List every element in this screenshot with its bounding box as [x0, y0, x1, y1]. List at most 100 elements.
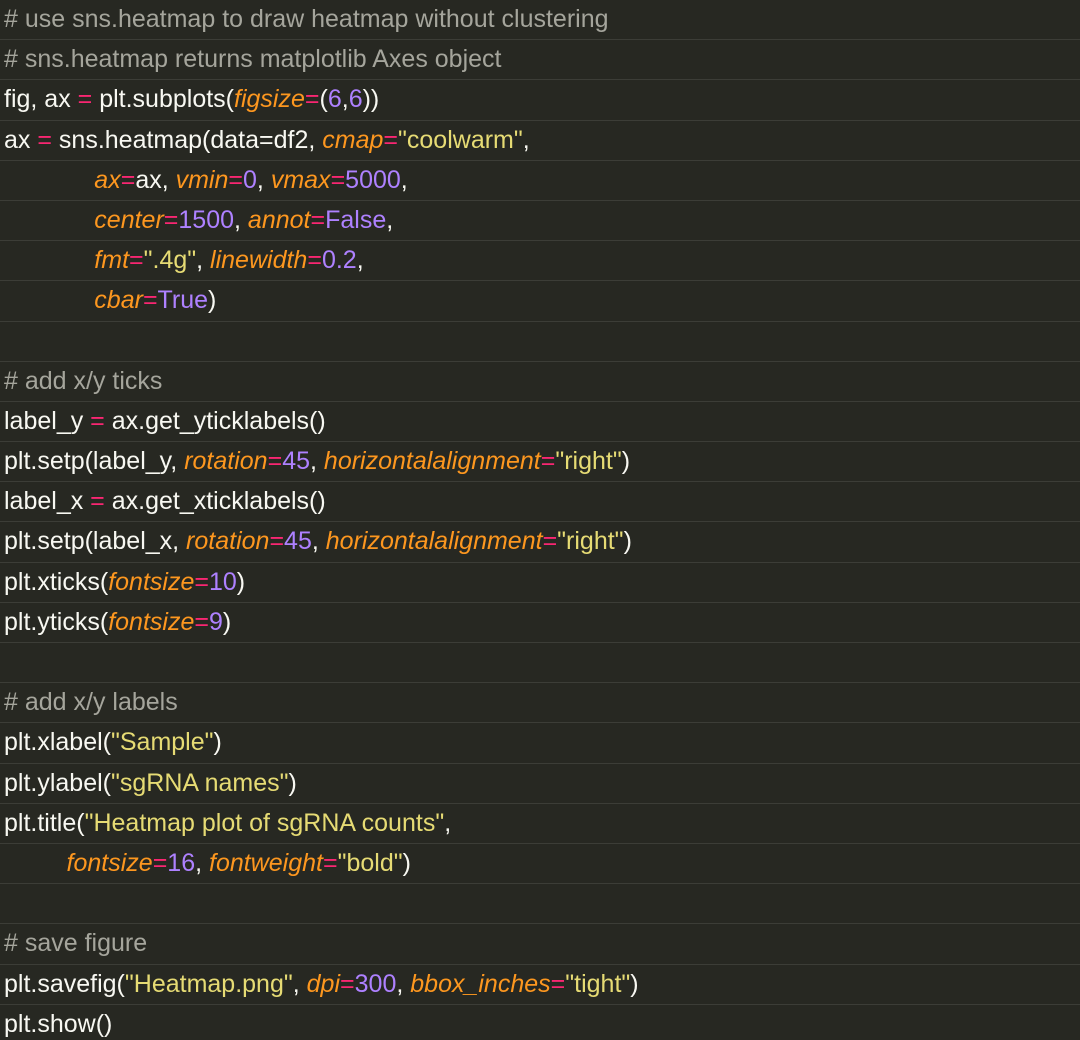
code-keyword-argument: horizontalalignment: [325, 527, 543, 556]
code-line[interactable]: # sns.heatmap returns matplotlib Axes ob…: [0, 40, 1080, 81]
code-text: ,: [256, 165, 271, 194]
code-operator: =: [267, 447, 283, 476]
code-keyword-argument: cbar: [94, 286, 143, 315]
code-text: (: [319, 85, 328, 114]
code-operator: =: [194, 607, 209, 636]
code-line[interactable]: label_y = ax.get_yticklabels(): [0, 402, 1080, 443]
code-line[interactable]: plt.show(): [0, 1005, 1080, 1040]
code-keyword-argument: figsize: [234, 85, 305, 114]
code-string: ".4g": [143, 246, 197, 275]
code-text: plt.xticks(: [4, 567, 109, 596]
code-comment: # sns.heatmap returns matplotlib Axes ob…: [4, 45, 502, 74]
code-operator: =: [542, 527, 558, 556]
code-text: ,: [356, 246, 364, 275]
code-text: ): [213, 728, 222, 757]
code-text: plt.title(: [4, 808, 85, 837]
code-text: ): [621, 447, 631, 476]
code-text: ,: [400, 165, 408, 194]
code-operator: =: [120, 165, 136, 194]
code-line[interactable]: fmt=".4g", linewidth=0.2,: [0, 241, 1080, 282]
code-string: "right": [557, 527, 624, 556]
code-operator: =: [340, 969, 355, 998]
code-keyword-argument: horizontalalignment: [323, 447, 541, 476]
code-line[interactable]: plt.title("Heatmap plot of sgRNA counts"…: [0, 804, 1080, 844]
code-line[interactable]: # add x/y ticks: [0, 362, 1080, 402]
code-comment: # add x/y labels: [4, 688, 178, 717]
code-text: ): [402, 848, 411, 877]
code-line-empty[interactable]: [0, 643, 1080, 684]
code-operator: =: [90, 487, 105, 516]
code-number: 6: [348, 85, 363, 114]
code-operator: =: [37, 125, 52, 154]
code-line[interactable]: # use sns.heatmap to draw heatmap withou…: [0, 0, 1080, 41]
code-string: "tight": [565, 969, 631, 998]
code-line[interactable]: # save figure: [0, 924, 1080, 965]
code-text: ax.get_xticklabels(): [104, 487, 326, 516]
code-text: ,: [310, 447, 324, 476]
code-text: ax: [4, 125, 38, 154]
code-keyword-argument: linewidth: [210, 246, 308, 275]
code-keyword-argument: fontsize: [108, 567, 195, 596]
code-text: ax,: [135, 165, 176, 194]
code-line-empty[interactable]: [0, 322, 1080, 362]
code-line[interactable]: cbar=True): [0, 281, 1080, 322]
code-operator: =: [540, 447, 556, 476]
code-text: ): [630, 969, 639, 998]
code-line[interactable]: plt.xticks(fontsize=10): [0, 563, 1080, 603]
code-text: plt.savefig(: [4, 969, 125, 998]
code-line[interactable]: plt.xlabel("Sample"): [0, 723, 1080, 764]
code-number: 1500: [178, 205, 235, 234]
code-text: plt.setp(label_x,: [4, 527, 187, 556]
code-line-empty[interactable]: [0, 884, 1080, 925]
code-keyword-argument: vmax: [270, 165, 331, 194]
code-line[interactable]: ax=ax, vmin=0, vmax=5000,: [0, 161, 1080, 201]
code-text: ): [222, 607, 232, 636]
code-operator: =: [383, 125, 399, 154]
code-line[interactable]: ax = sns.heatmap(data=df2, cmap="coolwar…: [0, 121, 1080, 161]
code-text: ,: [195, 848, 210, 877]
code-constant: True: [157, 286, 209, 315]
code-comment: # use sns.heatmap to draw heatmap withou…: [4, 5, 609, 33]
code-line[interactable]: plt.savefig("Heatmap.png", dpi=300, bbox…: [0, 965, 1080, 1005]
code-line[interactable]: fontsize=16, fontweight="bold"): [0, 844, 1080, 885]
code-line[interactable]: label_x = ax.get_xticklabels(): [0, 482, 1080, 523]
code-line[interactable]: plt.setp(label_x, rotation=45, horizonta…: [0, 522, 1080, 563]
code-line[interactable]: plt.ylabel("sgRNA names"): [0, 764, 1080, 804]
code-string: "sgRNA names": [111, 768, 289, 797]
code-keyword-argument: ax: [94, 165, 121, 194]
code-text: ,: [396, 969, 411, 998]
code-text: plt.show(): [4, 1009, 113, 1038]
code-editor[interactable]: # use sns.heatmap to draw heatmap withou…: [0, 0, 1080, 1040]
code-keyword-argument: fontsize: [108, 607, 195, 636]
code-string: "bold": [337, 848, 403, 877]
code-keyword-argument: fontweight: [209, 848, 323, 877]
code-text: plt.xlabel(: [4, 728, 111, 757]
code-keyword-argument: vmin: [175, 165, 229, 194]
code-line[interactable]: center=1500, annot=False,: [0, 201, 1080, 242]
code-operator: =: [228, 165, 244, 194]
code-line[interactable]: # add x/y labels: [0, 683, 1080, 724]
code-line[interactable]: plt.setp(label_y, rotation=45, horizonta…: [0, 442, 1080, 483]
code-operator: =: [142, 286, 158, 315]
code-text: ,: [444, 808, 452, 837]
code-line[interactable]: fig, ax = plt.subplots(figsize=(6,6)): [0, 80, 1080, 121]
code-number: 45: [282, 447, 311, 476]
code-keyword-argument: rotation: [186, 527, 270, 556]
code-number: 16: [167, 848, 196, 877]
code-operator: =: [152, 848, 168, 877]
code-line[interactable]: plt.yticks(fontsize=9): [0, 603, 1080, 643]
code-operator: =: [310, 205, 326, 234]
code-operator: =: [330, 165, 346, 194]
code-string: "Sample": [111, 728, 214, 757]
code-string: "coolwarm": [398, 125, 523, 154]
code-string: "Heatmap plot of sgRNA counts": [84, 808, 445, 837]
code-number: 45: [284, 527, 312, 556]
code-keyword-argument: fmt: [94, 246, 130, 275]
code-text: ): [208, 286, 217, 315]
code-text: fig, ax: [4, 85, 78, 114]
code-number: 0: [243, 165, 257, 194]
code-constant: False: [325, 205, 387, 234]
